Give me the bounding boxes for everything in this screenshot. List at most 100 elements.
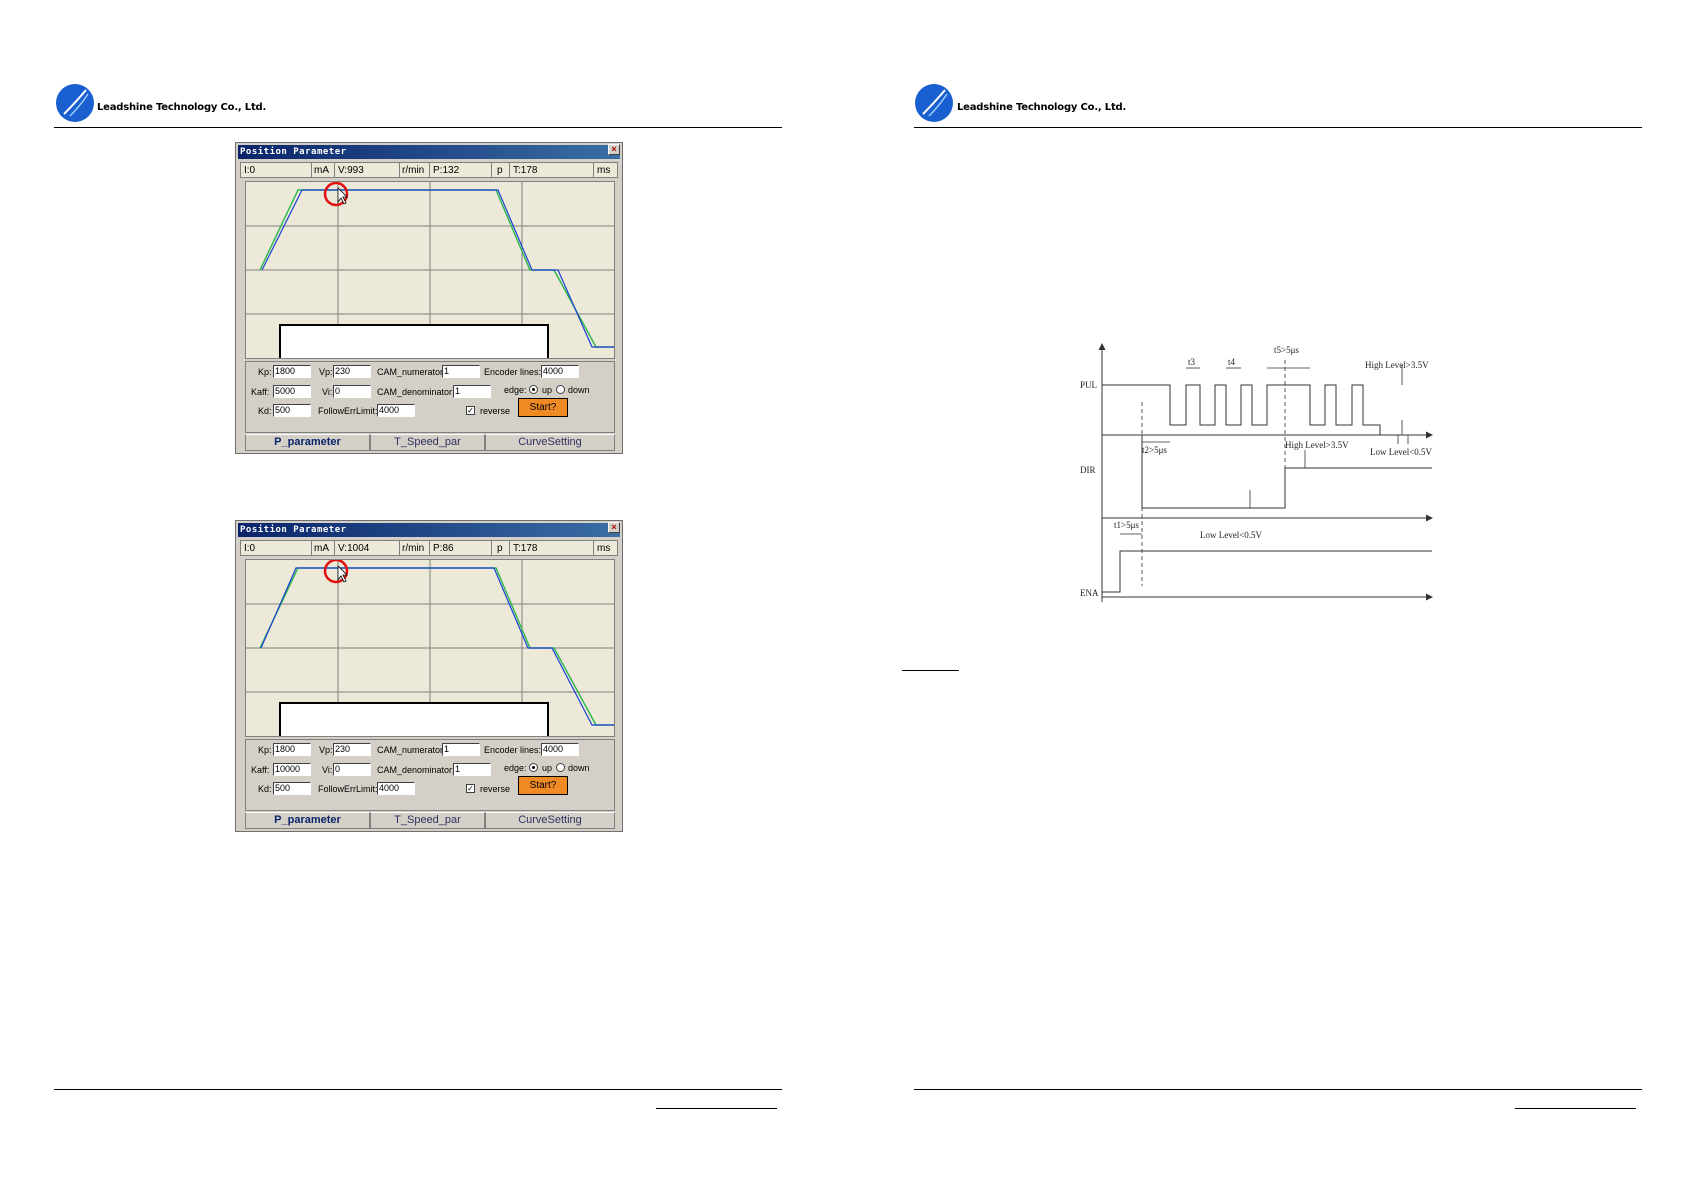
vi-field[interactable]: 0	[333, 763, 371, 776]
tab-curve-setting[interactable]: CurveSetting	[485, 434, 615, 451]
footer-rule	[54, 1089, 782, 1090]
t2-label: t2>5μs	[1142, 445, 1167, 455]
kp-field[interactable]: 1800	[273, 743, 311, 756]
reverse-label: reverse	[480, 406, 511, 416]
leadshine-logo-icon	[56, 84, 94, 122]
kd-field[interactable]: 500	[273, 404, 311, 417]
follow-err-field[interactable]: 4000	[377, 782, 415, 795]
kd-label: Kd:	[258, 784, 272, 794]
velocity-unit: r/min	[402, 165, 425, 176]
tab-p-parameter[interactable]: P_parameter	[245, 434, 370, 451]
cam-numerator-label: CAM_numerator:	[377, 367, 446, 377]
reverse-checkbox[interactable]: ✓	[466, 406, 475, 415]
current-unit: mA	[314, 543, 329, 554]
blank-annotation-box	[279, 702, 549, 736]
pul-low-level-label: Low Level<0.5V	[1370, 447, 1433, 457]
parameter-panel: Kp: 1800 Kaff: 5000 Kd: 500 Vp: 230 Vi: …	[245, 361, 615, 433]
edge-up-radio[interactable]	[529, 385, 538, 394]
footer-rule	[914, 1089, 1642, 1090]
cam-denominator-field[interactable]: 1	[453, 385, 491, 398]
header-rule	[914, 127, 1642, 128]
edge-up-label: up	[542, 763, 553, 773]
edge-down-radio[interactable]	[556, 763, 565, 772]
current-readout: I:0	[244, 543, 256, 554]
edge-down-label: down	[568, 763, 590, 773]
vi-label: Vi:	[322, 387, 333, 397]
position-parameter-window: Position Parameter × I:0 mA V:993 r/min …	[235, 142, 623, 454]
t4-label: t4	[1228, 357, 1236, 367]
note-underline	[902, 670, 959, 671]
kp-label: Kp:	[258, 745, 272, 755]
tab-bar: P_parameter T_Speed_par CurveSetting	[245, 434, 615, 451]
cam-denominator-label: CAM_denominator:	[377, 765, 455, 775]
tab-t-speed-par[interactable]: T_Speed_par	[370, 812, 485, 829]
pul-label: PUL	[1080, 380, 1098, 390]
time-readout: T:178	[513, 165, 538, 176]
cam-denominator-field[interactable]: 1	[453, 763, 491, 776]
tab-p-parameter[interactable]: P_parameter	[245, 812, 370, 829]
follow-err-label: FollowErrLimit:	[318, 784, 378, 794]
kp-label: Kp:	[258, 367, 272, 377]
kp-field[interactable]: 1800	[273, 365, 311, 378]
start-button[interactable]: Start?	[518, 398, 568, 417]
kaff-label: Kaff:	[251, 387, 270, 397]
tab-curve-setting[interactable]: CurveSetting	[485, 812, 615, 829]
kaff-label: Kaff:	[251, 765, 270, 775]
vp-field[interactable]: 230	[333, 743, 371, 756]
kaff-field[interactable]: 10000	[273, 763, 311, 776]
vi-field[interactable]: 0	[333, 385, 371, 398]
dir-high-level-label: High Level>3.5V	[1285, 440, 1349, 450]
time-unit: ms	[597, 543, 611, 554]
ena-label: ENA	[1080, 588, 1099, 598]
t5-label: t5>5μs	[1274, 345, 1299, 355]
company-name: Leadshine Technology Co., Ltd.	[957, 102, 1127, 113]
edge-down-label: down	[568, 385, 590, 395]
encoder-lines-label: Encoder lines:	[484, 367, 542, 377]
window-title: Position Parameter	[238, 145, 620, 159]
cam-numerator-field[interactable]: 1	[442, 365, 480, 378]
pul-waveform	[1102, 384, 1381, 435]
reverse-label: reverse	[480, 784, 511, 794]
vp-label: Vp:	[319, 367, 333, 377]
footer-underline	[1515, 1108, 1636, 1109]
kaff-field[interactable]: 5000	[273, 385, 311, 398]
edge-down-radio[interactable]	[556, 385, 565, 394]
velocity-unit: r/min	[402, 543, 425, 554]
footer-underline	[656, 1108, 777, 1109]
close-button[interactable]: ×	[608, 522, 620, 533]
cam-numerator-field[interactable]: 1	[442, 743, 480, 756]
position-unit: p	[497, 165, 503, 176]
header-rule	[54, 127, 782, 128]
follow-err-label: FollowErrLimit:	[318, 406, 378, 416]
position-parameter-window: Position Parameter × I:0 mA V:1004 r/min…	[235, 520, 623, 832]
kd-label: Kd:	[258, 406, 272, 416]
kd-field[interactable]: 500	[273, 782, 311, 795]
dir-low-level-label: Low Level<0.5V	[1200, 530, 1263, 540]
encoder-lines-field[interactable]: 4000	[541, 365, 579, 378]
time-unit: ms	[597, 165, 611, 176]
velocity-readout: V:1004	[338, 543, 370, 554]
position-unit: p	[497, 543, 503, 554]
cam-numerator-label: CAM_numerator:	[377, 745, 446, 755]
position-readout: P:132	[433, 165, 460, 176]
window-title: Position Parameter	[238, 523, 620, 537]
encoder-lines-label: Encoder lines:	[484, 745, 542, 755]
tab-t-speed-par[interactable]: T_Speed_par	[370, 434, 485, 451]
edge-up-label: up	[542, 385, 553, 395]
velocity-plot	[245, 181, 615, 359]
reverse-checkbox[interactable]: ✓	[466, 784, 475, 793]
dir-label: DIR	[1080, 465, 1096, 475]
leadshine-logo-icon	[915, 84, 953, 122]
close-button[interactable]: ×	[608, 144, 620, 155]
velocity-readout: V:993	[338, 165, 364, 176]
current-unit: mA	[314, 165, 329, 176]
follow-err-field[interactable]: 4000	[377, 404, 415, 417]
vp-label: Vp:	[319, 745, 333, 755]
encoder-lines-field[interactable]: 4000	[541, 743, 579, 756]
vp-field[interactable]: 230	[333, 365, 371, 378]
parameter-panel: Kp: 1800 Kaff: 10000 Kd: 500 Vp: 230 Vi:…	[245, 739, 615, 811]
edge-up-radio[interactable]	[529, 763, 538, 772]
start-button[interactable]: Start?	[518, 776, 568, 795]
status-bar: I:0 mA V:993 r/min P:132 p T:178 ms	[240, 162, 618, 178]
timing-diagram: PUL DIR ENA t3 t4 t5>5μs t2>5μs t1>5μs H…	[1080, 340, 1450, 608]
